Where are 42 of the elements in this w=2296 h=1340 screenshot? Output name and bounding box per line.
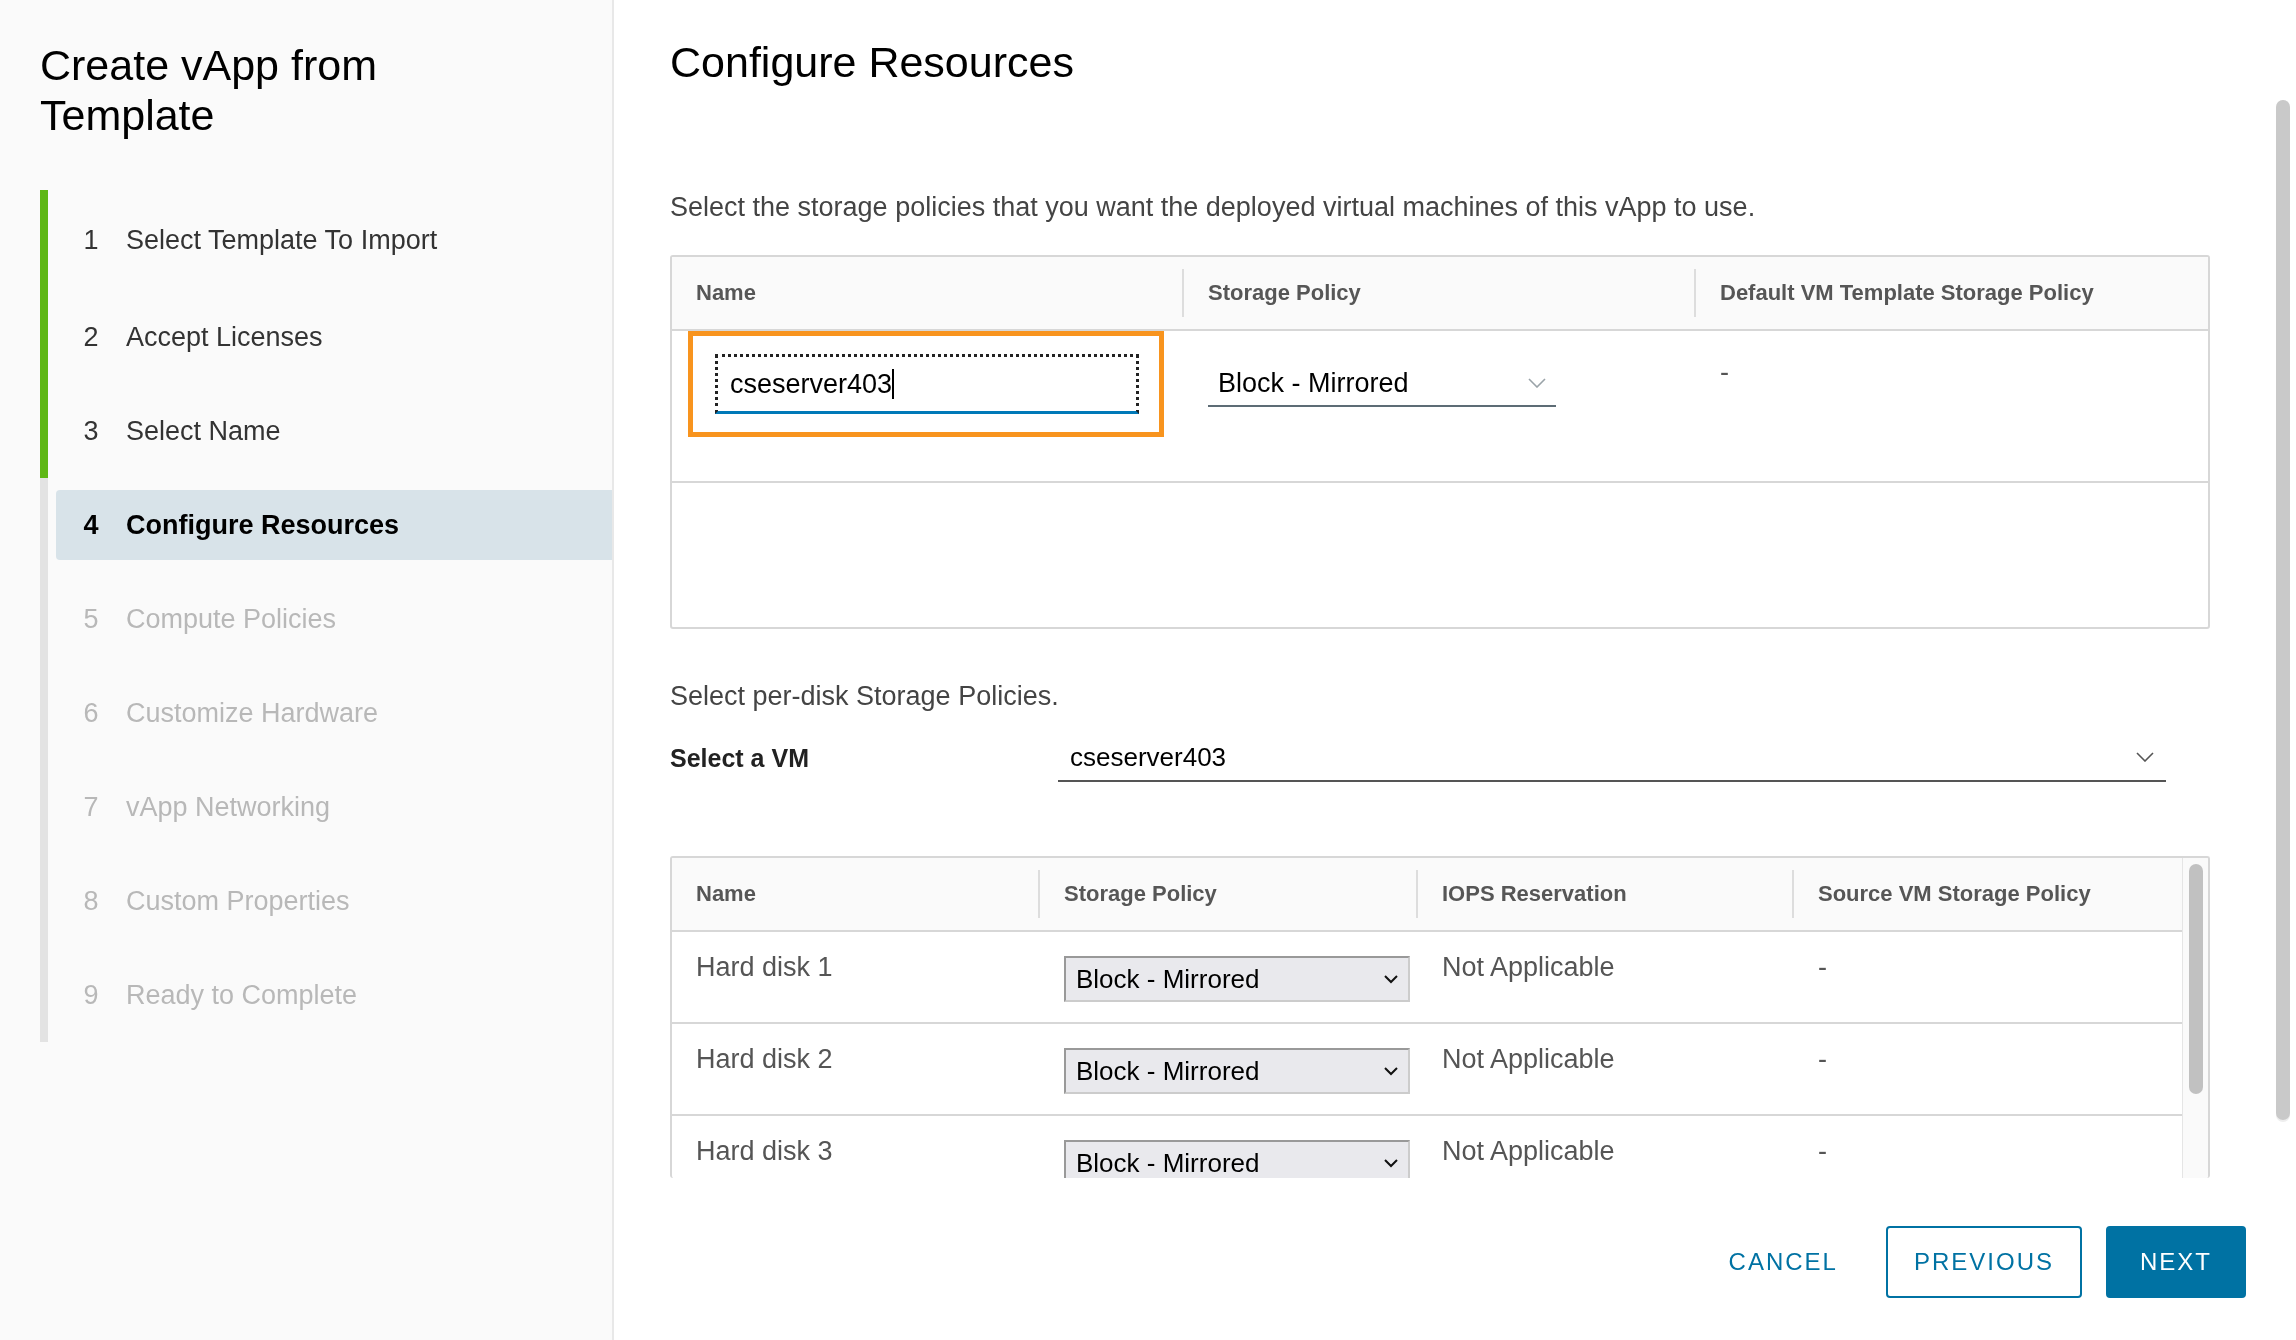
wizard-button[interactable]: NEXT [2106,1226,2246,1298]
column-header: Name [672,870,1040,918]
storage-policy-dropdown[interactable]: Block - Mirrored [1064,1140,1410,1178]
table-cell: Not Applicable [1442,1136,1615,1166]
page-title: Configure Resources [670,37,1075,88]
wizard-button[interactable]: PREVIOUS [1885,1226,2082,1298]
chevron-down-icon [1384,974,1398,984]
chevron-down-icon [1384,1158,1398,1168]
wizard-title: Create vApp from Template [40,40,378,140]
column-header: Storage Policy [1040,870,1418,918]
table-cell: Hard disk 2 [696,1044,833,1074]
column-header: Default VM Template Storage Policy [1719,279,2095,307]
chevron-down-icon [1384,1066,1398,1076]
table-cell: Hard disk 1 [696,952,833,982]
table-cell: Not Applicable [1442,952,1615,982]
column-header: Storage Policy [1184,269,1696,317]
wizard-button[interactable]: CANCEL [1704,1226,1862,1298]
chevron-down-icon [1528,378,1546,388]
section-title: Select per-disk Storage Policies. [670,681,1060,712]
name-input[interactable]: cseserver403 [715,354,1139,414]
storage-policy-dropdown[interactable]: Block - Mirrored [1064,1048,1410,1094]
wizard-step[interactable]: 2 Accept Licenses [56,302,612,372]
storage-policy-dropdown[interactable]: Block - Mirrored [1208,361,1556,407]
table-cell: - [1720,357,1729,388]
storage-policy-dropdown[interactable]: Block - Mirrored [1064,956,1410,1002]
column-header: IOPS Reservation [1418,870,1794,918]
table-cell: Not Applicable [1442,1044,1615,1074]
column-header: Source VM Storage Policy [1817,880,2092,908]
wizard-step[interactable]: 1 Select Template To Import [56,205,612,275]
table-cell: Hard disk 3 [696,1136,833,1166]
chevron-down-icon [2136,752,2154,762]
description-text: Select the storage policies that you want the deployed virtual machines of this vApp to use. [670,192,1757,223]
table-cell: - [1818,1044,1827,1074]
scrollbar-thumb[interactable] [2188,864,2203,1094]
vm-dropdown[interactable]: cseserver403 [1058,734,2166,782]
table-cell: - [1818,952,1827,982]
scrollbar-thumb[interactable] [2276,100,2290,1120]
column-header: Name [672,269,1184,317]
wizard-step[interactable]: 4 Configure Resources [56,490,612,560]
vm-label: Select a VM [670,743,810,773]
table-cell: - [1818,1136,1827,1166]
wizard-step[interactable]: 3 Select Name [56,396,612,466]
